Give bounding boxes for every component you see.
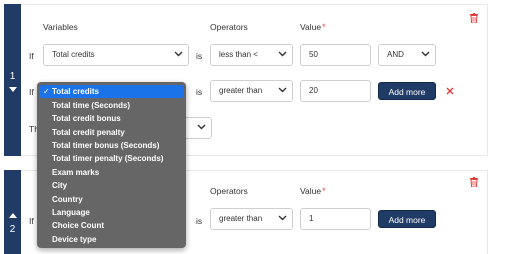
operators-header: Operators xyxy=(210,186,248,196)
operator-select-value: greater than xyxy=(219,86,263,95)
chevron-down-icon xyxy=(278,209,287,229)
operator-select[interactable]: greater than xyxy=(210,208,293,230)
dropdown-option[interactable]: Choice Count xyxy=(52,219,104,232)
value-input[interactable]: 20 xyxy=(300,80,371,102)
close-icon[interactable] xyxy=(446,87,454,98)
required-mark: * xyxy=(322,22,326,32)
trash-icon[interactable] xyxy=(470,13,478,24)
rule-2-number: 2 xyxy=(9,224,16,235)
variable-dropdown-menu: ✓ Total credits Total time (Seconds) Tot… xyxy=(37,82,186,248)
dropdown-option[interactable]: Device type xyxy=(52,233,96,246)
operator-select-value: greater than xyxy=(219,214,263,223)
dropdown-option[interactable]: Exam marks xyxy=(52,166,99,179)
chevron-down-icon xyxy=(278,81,287,101)
chevron-down-icon xyxy=(197,118,206,138)
if-label: If xyxy=(29,216,34,226)
rule-1-number: 1 xyxy=(9,71,16,82)
rule-2-sidebar: 2 xyxy=(4,170,21,254)
if-label: If xyxy=(29,87,34,97)
caret-up-icon[interactable] xyxy=(4,212,21,221)
value-header: Value* xyxy=(300,22,326,32)
value-header-label: Value xyxy=(300,186,322,196)
caret-down-icon[interactable] xyxy=(4,86,21,95)
dropdown-option-selected[interactable]: ✓ Total credits xyxy=(40,85,183,98)
operator-select-value: less than < xyxy=(219,50,258,59)
value-input[interactable]: 50 xyxy=(300,44,371,66)
check-icon: ✓ xyxy=(43,87,50,96)
dropdown-option[interactable]: Total time (Seconds) xyxy=(52,99,130,112)
operators-header: Operators xyxy=(210,22,248,32)
variable-select-value: Total credits xyxy=(52,50,95,59)
is-label: is xyxy=(196,51,203,61)
dropdown-option[interactable]: Total timer bonus (Seconds) xyxy=(52,139,159,152)
is-label: is xyxy=(196,216,203,226)
operator-select[interactable]: less than < xyxy=(210,44,293,66)
dropdown-option[interactable]: Country xyxy=(52,193,83,206)
value-input[interactable]: 1 xyxy=(300,208,371,230)
variable-select[interactable]: Total credits xyxy=(43,44,189,66)
connector-select-value: AND xyxy=(387,50,404,59)
add-more-button[interactable]: Add more xyxy=(378,82,436,100)
trash-icon[interactable] xyxy=(470,177,478,188)
add-more-button[interactable]: Add more xyxy=(378,210,436,228)
is-label: is xyxy=(196,87,203,97)
dropdown-option-label: Total credits xyxy=(52,87,99,96)
dropdown-option[interactable]: City xyxy=(52,179,67,192)
variables-header: Variables xyxy=(43,22,78,32)
chevron-down-icon xyxy=(174,45,183,65)
connector-select[interactable]: AND xyxy=(378,44,436,66)
chevron-down-icon xyxy=(278,45,287,65)
if-label: If xyxy=(29,51,34,61)
value-header-label: Value xyxy=(300,22,322,32)
chevron-down-icon xyxy=(421,45,430,65)
operator-select[interactable]: greater than xyxy=(210,80,293,102)
dropdown-option[interactable]: Language xyxy=(52,206,90,219)
dropdown-option[interactable]: Total credit bonus xyxy=(52,112,121,125)
dropdown-option[interactable]: Total timer penalty (Seconds) xyxy=(52,152,163,165)
value-header: Value* xyxy=(300,186,326,196)
required-mark: * xyxy=(322,186,326,196)
rule-1-sidebar: 1 xyxy=(4,4,21,156)
dropdown-option[interactable]: Total credit penalty xyxy=(52,126,125,139)
